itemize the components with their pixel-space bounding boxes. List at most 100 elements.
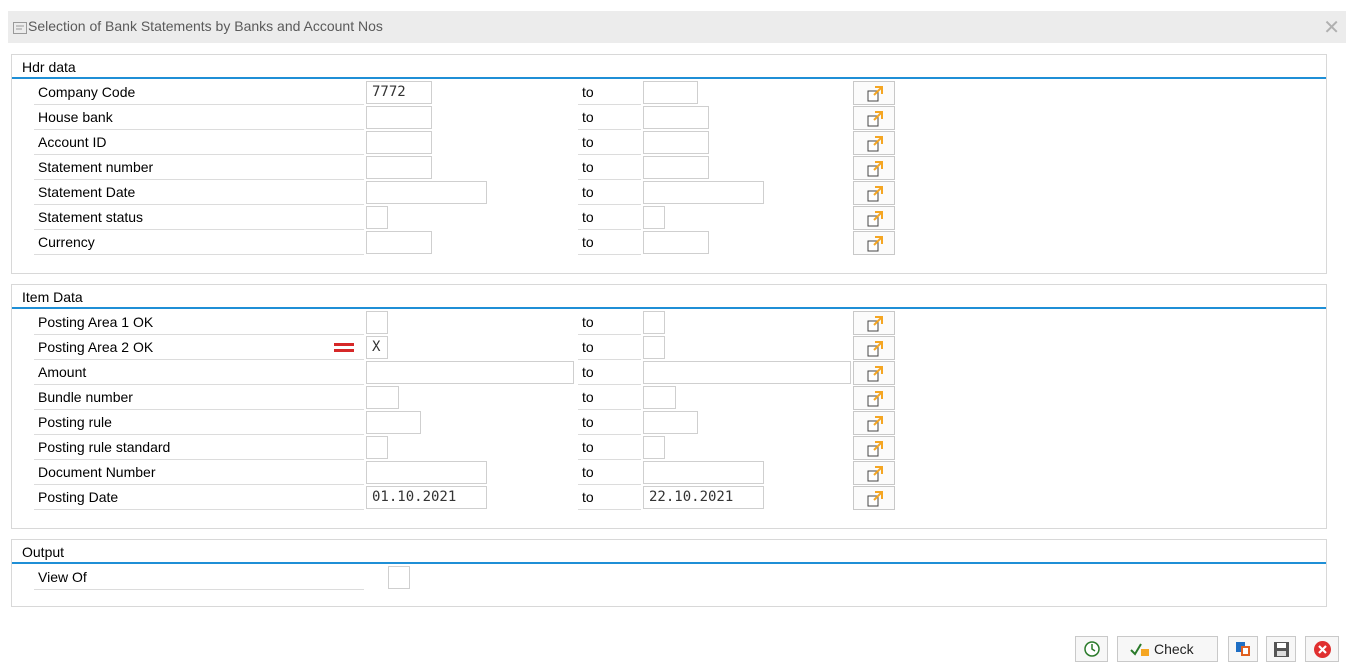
cancel-icon xyxy=(1314,641,1331,658)
label-company-code: Company Code xyxy=(34,80,364,105)
multiple-selection-icon xyxy=(867,441,883,457)
bundle-number-from-input[interactable] xyxy=(366,386,399,409)
to-label: to xyxy=(578,130,641,155)
posting-rule-standard-from-input[interactable] xyxy=(366,436,388,459)
house-bank-to-input[interactable] xyxy=(643,106,709,129)
label-statement-status: Statement status xyxy=(34,205,364,230)
row-statement-number: Statement number to xyxy=(12,155,1326,181)
multiple-selection-icon xyxy=(867,316,883,332)
multiple-selection-button[interactable] xyxy=(853,106,895,130)
posting-area-2-from-input[interactable]: X xyxy=(366,336,388,359)
multiple-selection-icon xyxy=(867,391,883,407)
multiple-selection-button[interactable] xyxy=(853,336,895,360)
label-posting-area-1: Posting Area 1 OK xyxy=(34,310,364,335)
row-house-bank: House bank to xyxy=(12,105,1326,131)
multiple-selection-button[interactable] xyxy=(853,386,895,410)
posting-area-1-from-input[interactable] xyxy=(366,311,388,334)
multiple-selection-icon xyxy=(867,491,883,507)
row-statement-status: Statement status to xyxy=(12,205,1326,231)
multiple-selection-button[interactable] xyxy=(853,231,895,255)
equal-option-icon[interactable] xyxy=(334,343,354,353)
account-id-to-input[interactable] xyxy=(643,131,709,154)
label-posting-date: Posting Date xyxy=(34,485,364,510)
posting-area-2-to-input[interactable] xyxy=(643,336,665,359)
multiple-selection-button[interactable] xyxy=(853,361,895,385)
currency-from-input[interactable] xyxy=(366,231,432,254)
label-statement-number: Statement number xyxy=(34,155,364,180)
to-label: to xyxy=(578,155,641,180)
statement-date-from-input[interactable] xyxy=(366,181,487,204)
multiple-selection-button[interactable] xyxy=(853,436,895,460)
statement-date-to-input[interactable] xyxy=(643,181,764,204)
multiple-selection-icon xyxy=(867,366,883,382)
multiple-selection-button[interactable] xyxy=(853,206,895,230)
to-label: to xyxy=(578,205,641,230)
multiple-selection-button[interactable] xyxy=(853,181,895,205)
row-posting-area-2: Posting Area 2 OK X to xyxy=(12,335,1326,361)
check-button[interactable]: Check xyxy=(1117,636,1218,662)
group-divider xyxy=(12,562,1326,564)
currency-to-input[interactable] xyxy=(643,231,709,254)
account-id-from-input[interactable] xyxy=(366,131,432,154)
save-button[interactable] xyxy=(1266,636,1296,662)
group-divider xyxy=(12,77,1326,79)
multiple-selection-icon xyxy=(867,136,883,152)
posting-date-from-input[interactable]: 01.10.2021 xyxy=(366,486,487,509)
to-label: to xyxy=(578,360,641,385)
multiple-selection-button[interactable] xyxy=(853,311,895,335)
selection-screen-icon xyxy=(13,22,27,34)
multiple-selection-button[interactable] xyxy=(853,486,895,510)
cancel-button[interactable] xyxy=(1305,636,1339,662)
variants-icon xyxy=(1236,642,1250,656)
posting-rule-to-input[interactable] xyxy=(643,411,698,434)
execute-button[interactable] xyxy=(1075,636,1108,662)
amount-to-input[interactable] xyxy=(643,361,851,384)
multiple-selection-icon xyxy=(867,186,883,202)
statement-status-from-input[interactable] xyxy=(366,206,388,229)
label-house-bank: House bank xyxy=(34,105,364,130)
label-view-of: View Of xyxy=(34,565,364,590)
row-amount: Amount to xyxy=(12,360,1326,386)
posting-area-1-to-input[interactable] xyxy=(643,311,665,334)
row-posting-area-1: Posting Area 1 OK to xyxy=(12,310,1326,336)
multiple-selection-button[interactable] xyxy=(853,156,895,180)
to-label: to xyxy=(578,310,641,335)
variants-button[interactable] xyxy=(1228,636,1258,662)
multiple-selection-icon xyxy=(867,466,883,482)
statement-number-to-input[interactable] xyxy=(643,156,709,179)
posting-date-to-input[interactable]: 22.10.2021 xyxy=(643,486,764,509)
multiple-selection-icon xyxy=(867,161,883,177)
hdr-data-group: Hdr data Company Code 7772 to House bank… xyxy=(11,54,1327,274)
to-label: to xyxy=(578,485,641,510)
bundle-number-to-input[interactable] xyxy=(643,386,676,409)
document-number-from-input[interactable] xyxy=(366,461,487,484)
document-number-to-input[interactable] xyxy=(643,461,764,484)
statement-status-to-input[interactable] xyxy=(643,206,665,229)
group-title-item: Item Data xyxy=(22,289,83,305)
posting-rule-standard-to-input[interactable] xyxy=(643,436,665,459)
multiple-selection-button[interactable] xyxy=(853,131,895,155)
multiple-selection-button[interactable] xyxy=(853,411,895,435)
label-amount: Amount xyxy=(34,360,364,385)
to-label: to xyxy=(578,410,641,435)
posting-rule-from-input[interactable] xyxy=(366,411,421,434)
check-icon xyxy=(1130,643,1149,656)
multiple-selection-button[interactable] xyxy=(853,81,895,105)
statement-number-from-input[interactable] xyxy=(366,156,432,179)
to-label: to xyxy=(578,230,641,255)
multiple-selection-icon xyxy=(867,211,883,227)
view-of-input[interactable] xyxy=(388,566,410,589)
title-bar: Selection of Bank Statements by Banks an… xyxy=(8,11,1346,43)
house-bank-from-input[interactable] xyxy=(366,106,432,129)
to-label: to xyxy=(578,435,641,460)
company-code-from-input[interactable]: 7772 xyxy=(366,81,432,104)
close-icon[interactable]: ✕ xyxy=(1323,15,1340,40)
multiple-selection-icon xyxy=(867,416,883,432)
row-account-id: Account ID to xyxy=(12,130,1326,156)
label-account-id: Account ID xyxy=(34,130,364,155)
row-bundle-number: Bundle number to xyxy=(12,385,1326,411)
multiple-selection-icon xyxy=(867,236,883,252)
amount-from-input[interactable] xyxy=(366,361,574,384)
multiple-selection-button[interactable] xyxy=(853,461,895,485)
company-code-to-input[interactable] xyxy=(643,81,698,104)
